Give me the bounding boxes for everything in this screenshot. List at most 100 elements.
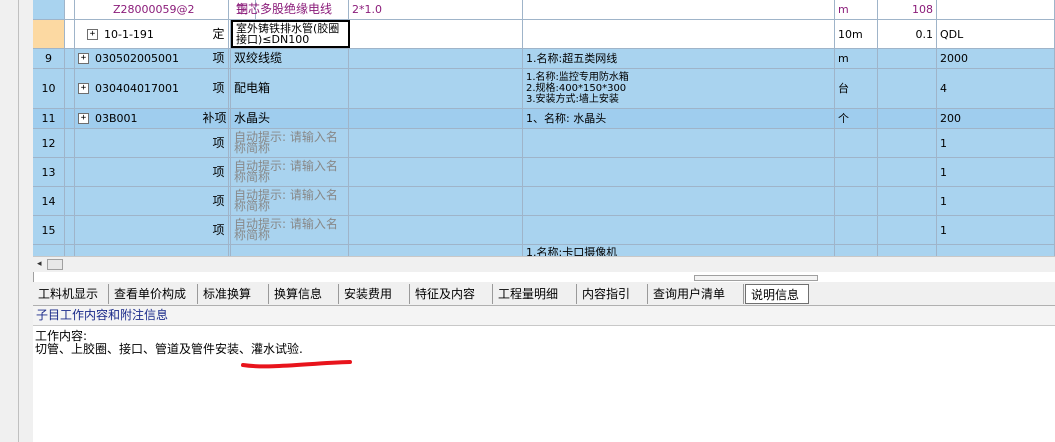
table-row[interactable]: 13 项 自动提示: 请输入名称简称 1	[33, 158, 1055, 187]
item-name[interactable]: 配电箱	[231, 69, 349, 108]
item-unit[interactable]: m	[835, 49, 878, 68]
tab-quantity-detail[interactable]: 工程量明细	[493, 284, 577, 304]
item-spec[interactable]	[349, 245, 523, 256]
item-unit[interactable]	[835, 158, 878, 186]
item-spec[interactable]	[349, 158, 523, 186]
item-feature[interactable]: 1、名称: 水晶头	[523, 109, 835, 128]
tab-content-guide[interactable]: 内容指引	[577, 284, 648, 304]
tab-material-machine[interactable]: 工料机显示	[33, 284, 109, 304]
item-unit[interactable]	[835, 187, 878, 215]
item-quantity[interactable]	[878, 216, 937, 244]
item-quantity[interactable]: 108	[878, 0, 937, 19]
item-quantity[interactable]: 0.1	[878, 20, 937, 48]
item-quantity[interactable]	[878, 49, 937, 68]
item-feature[interactable]: 1.名称:监控专用防水箱 2.规格:400*150*300 3.安装方式:墙上安…	[523, 69, 835, 108]
item-spec[interactable]	[349, 187, 523, 215]
item-name[interactable]	[231, 245, 349, 256]
item-name-placeholder[interactable]: 自动提示: 请输入名称简称	[231, 216, 349, 244]
item-code-cell[interactable]: + 10-1-191	[75, 20, 229, 48]
item-spec[interactable]	[349, 129, 523, 157]
item-unit[interactable]	[835, 245, 878, 256]
item-spec[interactable]	[349, 216, 523, 244]
item-spec[interactable]	[349, 69, 523, 108]
scroll-thumb[interactable]	[47, 259, 63, 270]
item-unit[interactable]: 个	[835, 109, 878, 128]
item-quantity[interactable]	[878, 245, 937, 256]
item-quantity[interactable]	[878, 69, 937, 108]
item-quantity[interactable]	[878, 109, 937, 128]
item-name-placeholder[interactable]: 自动提示: 请输入名称简称	[231, 158, 349, 186]
item-feature[interactable]	[523, 0, 835, 19]
table-row[interactable]: 10 + 030404017001 项 配电箱 1.名称:监控专用防水箱 2.规…	[33, 69, 1055, 109]
item-total[interactable]	[937, 0, 1055, 19]
item-name-placeholder[interactable]: 自动提示: 请输入名称简称	[231, 129, 349, 157]
item-total[interactable]: 1	[937, 129, 1055, 157]
tab-query-user-list[interactable]: 查询用户清单	[648, 284, 744, 304]
item-spec[interactable]	[349, 109, 523, 128]
item-total[interactable]: 2000	[937, 49, 1055, 68]
item-quantity[interactable]	[878, 129, 937, 157]
item-total[interactable]: QDL	[937, 20, 1055, 48]
item-feature[interactable]: 1.名称:超五类网线	[523, 49, 835, 68]
item-name[interactable]: 铜芯多股绝缘电线	[233, 0, 349, 19]
item-name-placeholder[interactable]: 自动提示: 请输入名称简称	[231, 187, 349, 215]
item-type: 项	[207, 49, 231, 68]
tab-standard-conversion[interactable]: 标准换算	[198, 284, 269, 304]
item-unit[interactable]	[835, 129, 878, 157]
item-code[interactable]	[75, 158, 229, 186]
item-total[interactable]: 4	[937, 69, 1055, 108]
item-quantity[interactable]	[878, 158, 937, 186]
item-unit[interactable]	[835, 216, 878, 244]
item-name-editing[interactable]: 室外铸铁排水管(胶圈接口)≤DN100	[231, 20, 350, 48]
description-panel[interactable]: 工作内容: 切管、上胶圈、接口、管道及管件安装、灌水试验.	[33, 326, 1055, 442]
item-total[interactable]: 1	[937, 216, 1055, 244]
item-feature[interactable]	[523, 158, 835, 186]
panel-splitter[interactable]	[694, 275, 818, 281]
item-feature[interactable]: 1.名称:卡口摄像机	[523, 245, 835, 256]
plus-box-icon[interactable]: +	[78, 53, 89, 64]
item-code[interactable]	[75, 129, 229, 157]
item-feature[interactable]	[523, 187, 835, 215]
tab-unit-price[interactable]: 查看单价构成	[109, 284, 198, 304]
tab-conversion-info[interactable]: 换算信息	[269, 284, 339, 304]
item-name[interactable]: 双绞线缆	[231, 49, 349, 68]
table-row[interactable]: 9 + 030502005001 项 双绞线缆 1.名称:超五类网线 m 200…	[33, 49, 1055, 69]
tab-features[interactable]: 特征及内容	[410, 284, 493, 304]
horizontal-scrollbar[interactable]: ◂	[33, 256, 1055, 272]
item-unit[interactable]: 台	[835, 69, 878, 108]
item-quantity[interactable]	[878, 187, 937, 215]
item-total[interactable]: 1	[937, 158, 1055, 186]
item-unit[interactable]: m	[835, 0, 878, 19]
item-code[interactable]	[75, 216, 229, 244]
tab-install-fee[interactable]: 安装费用	[339, 284, 410, 304]
item-total[interactable]: 1	[937, 187, 1055, 215]
table-row[interactable]: 1.名称:卡口摄像机	[33, 245, 1055, 256]
item-feature[interactable]	[523, 20, 835, 48]
table-row[interactable]: 15 项 自动提示: 请输入名称简称 1	[33, 216, 1055, 245]
table-row-selected[interactable]: + 10-1-191 定 室外铸铁排水管(胶圈接口)≤DN100 10m 0.1…	[33, 20, 1055, 49]
item-code[interactable]	[75, 187, 229, 215]
item-name[interactable]: 水晶头	[231, 109, 349, 128]
item-feature[interactable]	[523, 216, 835, 244]
item-total[interactable]: 200	[937, 109, 1055, 128]
item-code-cell[interactable]: + 030404017001	[75, 69, 229, 108]
table-row[interactable]: 14 项 自动提示: 请输入名称简称 1	[33, 187, 1055, 216]
item-code[interactable]: Z28000059@2	[75, 0, 229, 19]
plus-box-icon[interactable]: +	[78, 83, 89, 94]
table-row[interactable]: 11 + 03B001 补项 水晶头 1、名称: 水晶头 个 200	[33, 109, 1055, 129]
item-spec[interactable]	[349, 49, 523, 68]
item-total[interactable]	[937, 245, 1055, 256]
item-unit[interactable]: 10m	[835, 20, 878, 48]
item-feature[interactable]	[523, 129, 835, 157]
tab-description[interactable]: 说明信息	[745, 284, 809, 304]
item-type: 项	[207, 129, 231, 157]
item-spec[interactable]: 2*1.0	[349, 0, 523, 19]
item-spec[interactable]	[349, 20, 523, 48]
table-row[interactable]: Z28000059@2 主 铜芯多股绝缘电线 2*1.0 m 108	[33, 0, 1055, 20]
plus-box-icon[interactable]: +	[87, 28, 98, 40]
table-row[interactable]: 12 项 自动提示: 请输入名称简称 1	[33, 129, 1055, 158]
item-code[interactable]	[75, 245, 229, 256]
plus-box-icon[interactable]: +	[78, 113, 89, 124]
left-arrow-icon[interactable]: ◂	[37, 259, 42, 269]
item-code-cell[interactable]: + 030502005001	[75, 49, 229, 68]
